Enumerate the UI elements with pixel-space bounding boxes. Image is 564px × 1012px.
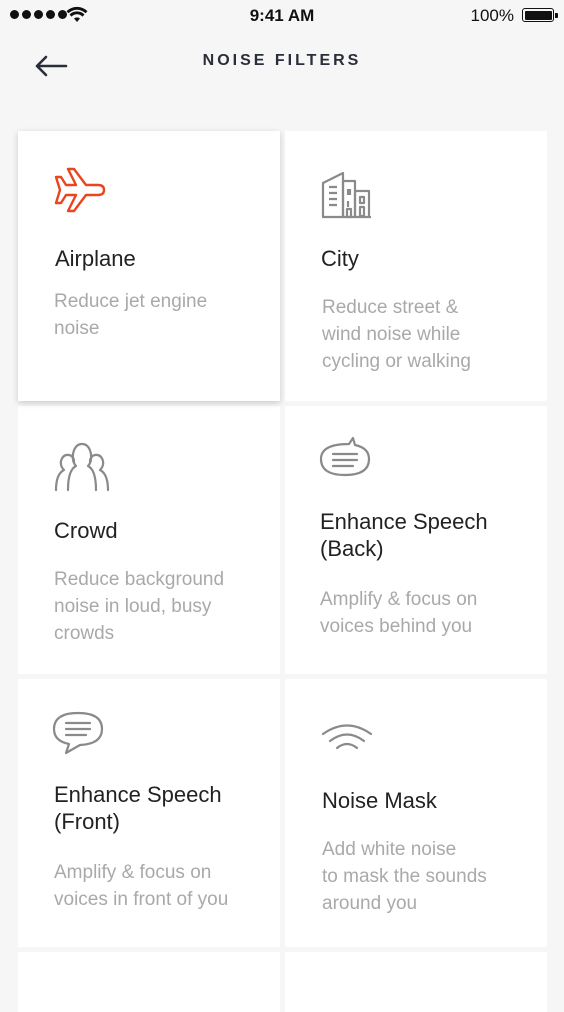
filter-name: Crowd [54,518,118,543]
filter-card-enhance-speech-back[interactable]: Enhance Speech (Back) Amplify & focus on… [285,406,547,674]
filter-card-noise-mask[interactable]: Noise Mask Add white noise to mask the s… [285,679,547,947]
crowd-icon [54,442,110,492]
filter-description: Reduce background noise in loud, busy cr… [54,569,225,644]
battery-icon [522,8,558,22]
filter-description: Amplify & focus on voices behind you [320,589,478,637]
city-buildings-icon [321,171,371,219]
filter-card-enhance-speech-front[interactable]: Enhance Speech (Front) Amplify & focus o… [18,679,280,947]
page-title: NOISE FILTERS [202,52,362,69]
filter-description: Amplify & focus on voices in front of yo… [54,862,229,910]
filter-name: Enhance Speech (Front) [54,782,222,834]
speech-back-icon [319,436,371,477]
filter-card-crowd[interactable]: Crowd Reduce background noise in loud, b… [18,406,280,674]
filter-card-airplane[interactable]: Airplane Reduce jet engine noise [18,131,280,401]
filter-description: Reduce jet engine noise [54,291,208,339]
battery-percent: 100% [470,6,514,25]
filter-name: Airplane [55,246,136,271]
filter-description: Reduce street & wind noise while cycling… [322,297,471,372]
status-bar: 9:41 AM 100% [0,0,564,32]
airplane-icon [54,167,106,213]
speech-front-icon [52,711,104,755]
filter-name: City [321,246,359,271]
filter-name: Noise Mask [322,788,437,813]
filter-description: Add white noise to mask the sounds aroun… [322,839,487,914]
filter-name: Enhance Speech (Back) [320,509,488,561]
filter-card-partial[interactable] [285,952,547,1012]
filter-card-partial[interactable] [18,952,280,1012]
noise-mask-icon [321,724,373,750]
filter-card-city[interactable]: City Reduce street & wind noise while cy… [285,131,547,401]
